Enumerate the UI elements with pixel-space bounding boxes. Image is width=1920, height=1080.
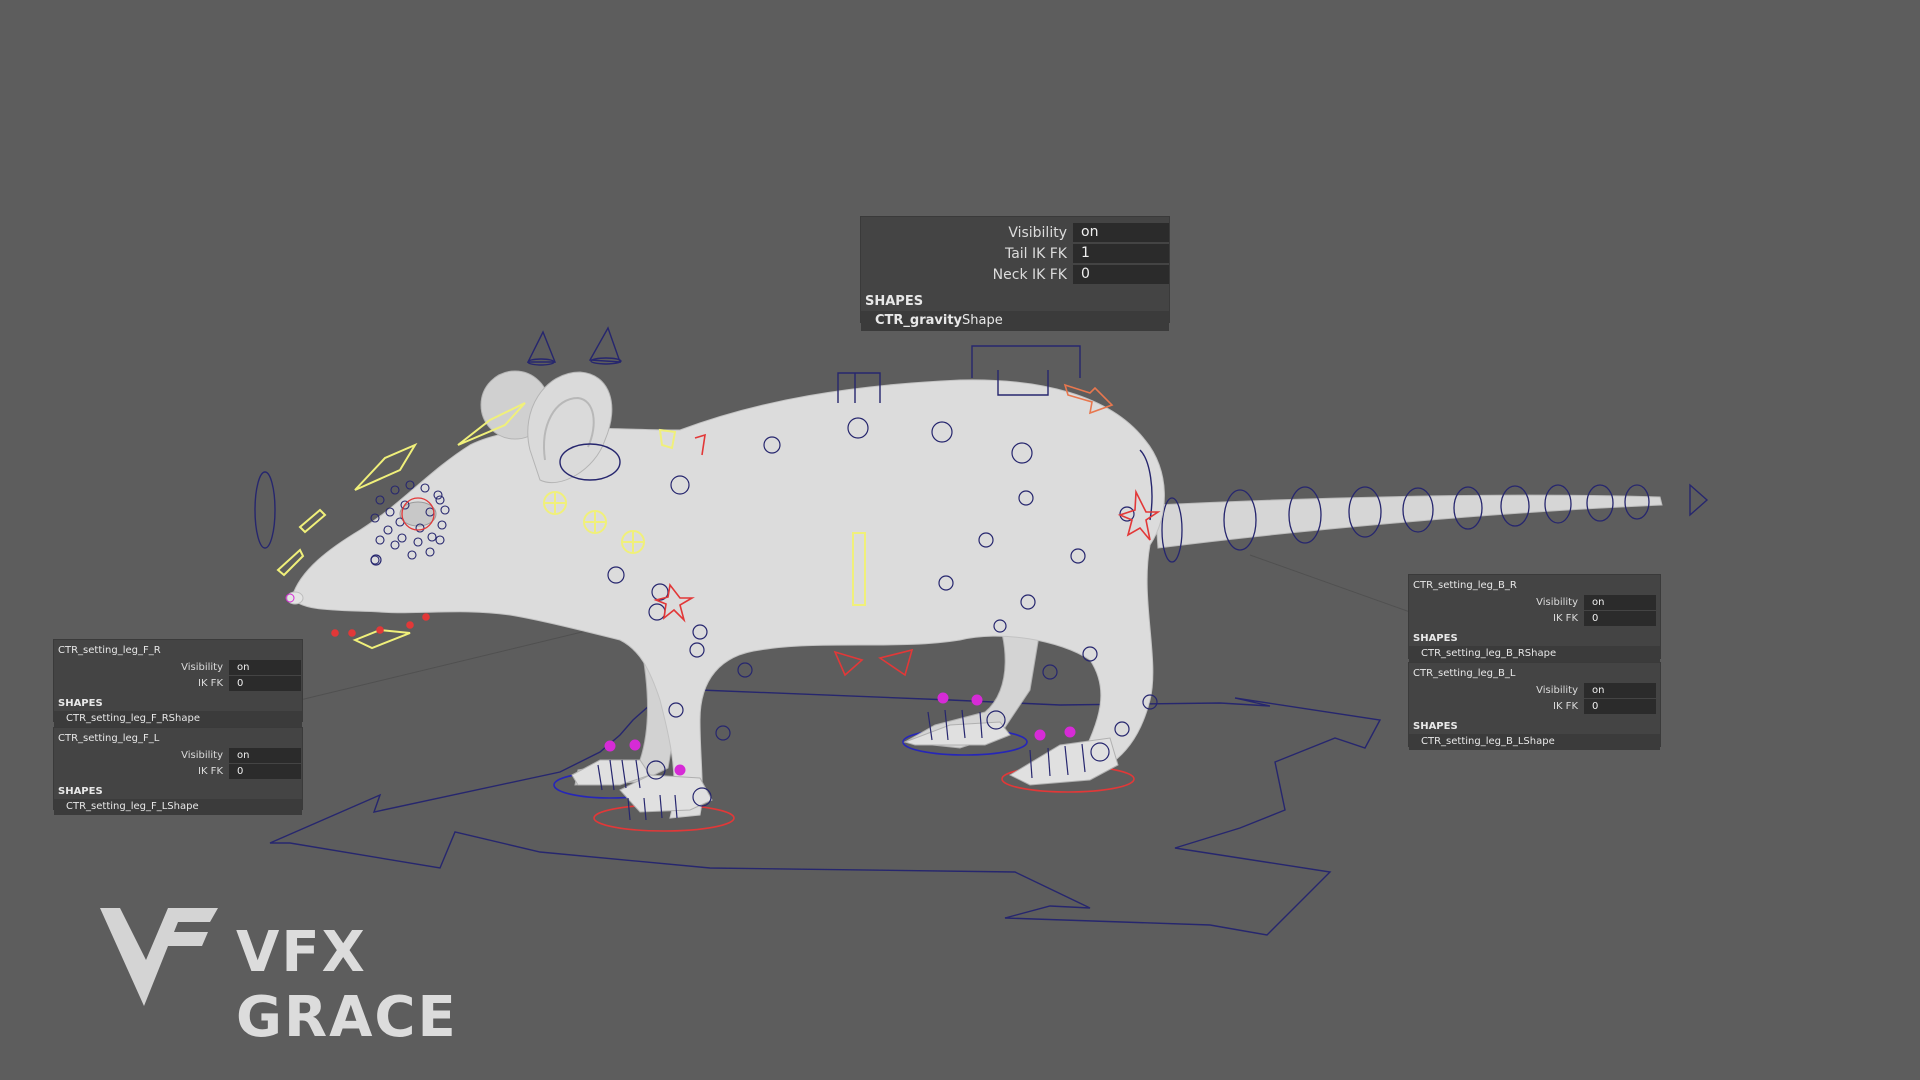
channel-label: Tail IK FK [1004, 245, 1067, 262]
shapes-section-header: SHAPES [1413, 633, 1458, 644]
channel-row-tail-ik-fk[interactable]: Tail IK FK 1 [861, 244, 1169, 263]
rat-body [291, 379, 1165, 819]
channel-label: Visibility [1536, 685, 1578, 696]
channel-row-visibility[interactable]: Visibility on [1409, 683, 1660, 698]
rat-tail [1154, 494, 1663, 549]
channel-row-ik-fk[interactable]: IK FK 0 [1409, 699, 1660, 714]
watermark-text: VFX GRACE [236, 920, 458, 1050]
channel-value[interactable]: 0 [229, 676, 301, 691]
channel-row-visibility[interactable]: Visibility on [861, 223, 1169, 242]
channel-row-ik-fk[interactable]: IK FK 0 [54, 764, 302, 779]
rat-eye [399, 501, 437, 527]
shape-name-rest: Shape [962, 313, 1003, 328]
channel-label: IK FK [198, 678, 223, 689]
channel-label: Visibility [1536, 597, 1578, 608]
channel-label: IK FK [198, 766, 223, 777]
shape-name-bold: CTR_gravity [875, 313, 963, 328]
channel-label: IK FK [1553, 613, 1578, 624]
shape-node-item[interactable]: CTR_setting_leg_F_LShape [54, 799, 302, 815]
shape-node-item[interactable]: CTR_setting_leg_F_RShape [54, 711, 302, 727]
node-title: CTR_setting_leg_B_L [1413, 668, 1516, 679]
vfx-grace-logo-icon [100, 908, 218, 1006]
gravity-channel-box[interactable]: Visibility on Tail IK FK 1 Neck IK FK 0 … [860, 216, 1170, 331]
leg-back-right-channel-box[interactable]: CTR_setting_leg_B_R Visibility on IK FK … [1408, 574, 1661, 662]
leg-front-left-channel-box[interactable]: CTR_setting_leg_F_L Visibility on IK FK … [53, 727, 303, 815]
channel-label: Visibility [1008, 224, 1067, 241]
channel-value[interactable]: 0 [1073, 265, 1169, 284]
viewport[interactable]: Visibility on Tail IK FK 1 Neck IK FK 0 … [0, 0, 1920, 1080]
channel-label: Visibility [181, 662, 223, 673]
channel-value[interactable]: on [229, 748, 301, 763]
channel-row-visibility[interactable]: Visibility on [1409, 595, 1660, 610]
watermark: VFX GRACE [98, 902, 568, 1050]
tail-tip-control[interactable] [1689, 483, 1709, 517]
node-title: CTR_setting_leg_F_L [58, 733, 160, 744]
shapes-section-header: SHAPES [58, 698, 103, 709]
channel-row-visibility[interactable]: Visibility on [54, 748, 302, 763]
shapes-section-header: SHAPES [58, 786, 103, 797]
channel-value[interactable]: 0 [1584, 699, 1656, 714]
channel-value[interactable]: on [229, 660, 301, 675]
channel-row-ik-fk[interactable]: IK FK 0 [1409, 611, 1660, 626]
shapes-section-header: SHAPES [865, 294, 924, 309]
shape-node-item[interactable]: CTR_setting_leg_B_RShape [1409, 646, 1660, 662]
master-move-control[interactable] [269, 689, 1382, 936]
channel-label: IK FK [1553, 701, 1578, 712]
channel-value[interactable]: on [1584, 595, 1656, 610]
channel-row-ik-fk[interactable]: IK FK 0 [54, 676, 302, 691]
shape-node-item[interactable]: CTR_setting_leg_B_LShape [1409, 734, 1660, 750]
channel-value[interactable]: 1 [1073, 244, 1169, 263]
channel-value[interactable]: on [1584, 683, 1656, 698]
shape-node-item[interactable]: CTR_gravityShape [861, 311, 1169, 331]
channel-value[interactable]: 0 [1584, 611, 1656, 626]
channel-row-neck-ik-fk[interactable]: Neck IK FK 0 [861, 265, 1169, 284]
channel-value[interactable]: on [1073, 223, 1169, 242]
channel-row-visibility[interactable]: Visibility on [54, 660, 302, 675]
node-title: CTR_setting_leg_B_R [1413, 580, 1517, 591]
shapes-section-header: SHAPES [1413, 721, 1458, 732]
channel-value[interactable]: 0 [229, 764, 301, 779]
channel-label: Visibility [181, 750, 223, 761]
channel-label: Neck IK FK [992, 266, 1067, 283]
node-title: CTR_setting_leg_F_R [58, 645, 161, 656]
leg-back-left-channel-box[interactable]: CTR_setting_leg_B_L Visibility on IK FK … [1408, 662, 1661, 750]
leg-front-right-channel-box[interactable]: CTR_setting_leg_F_R Visibility on IK FK … [53, 639, 303, 727]
